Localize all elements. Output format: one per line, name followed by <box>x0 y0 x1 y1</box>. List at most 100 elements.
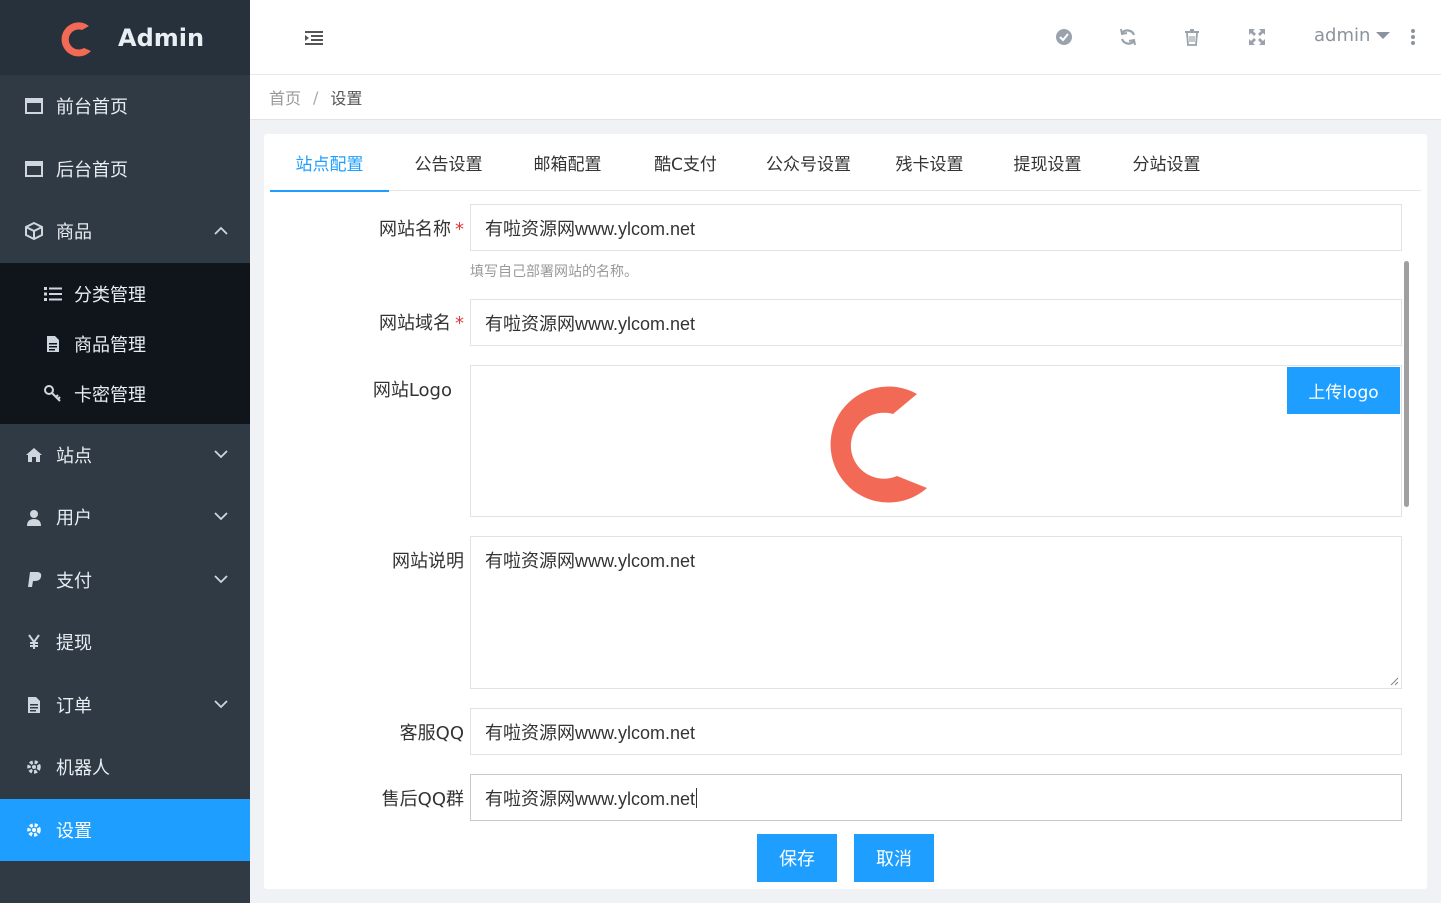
breadcrumb-separator: / <box>313 87 319 107</box>
service-qq-label: 客服QQ <box>399 723 464 744</box>
aftersale-group-value: 有啦资源网www.ylcom.net <box>485 788 696 809</box>
sidebar-subitem-categories[interactable]: 分类管理 <box>0 269 250 319</box>
user-name: admin <box>1314 25 1371 46</box>
sidebar-item-label: 支付 <box>56 570 92 592</box>
trash-icon[interactable] <box>1180 25 1204 49</box>
chevron-down-icon <box>214 573 228 587</box>
domain-value: 有啦资源网www.ylcom.net <box>485 313 696 334</box>
sidebar-subitem-cards[interactable]: 卡密管理 <box>0 369 250 419</box>
form-scrollbar[interactable] <box>1404 261 1409 507</box>
sidebar-item-sites[interactable]: 站点 <box>0 424 250 487</box>
sidebar-item-label: 站点 <box>56 445 92 467</box>
sidebar-item-payment[interactable]: 支付 <box>0 549 250 612</box>
home-icon <box>24 445 44 465</box>
sidebar-item-users[interactable]: 用户 <box>0 486 250 549</box>
site-name-value: 有啦资源网www.ylcom.net <box>485 218 696 239</box>
tab-damaged-card[interactable]: 残卡设置 <box>873 134 986 191</box>
check-circle-icon[interactable] <box>1052 25 1076 49</box>
sidebar: Admin 前台首页 后台首页 商品 分类管理 商品管理 卡密管理 站点 用户 … <box>0 0 250 903</box>
site-name-label: 网站名称 * <box>264 215 464 241</box>
site-name-input[interactable]: 有啦资源网www.ylcom.net <box>470 204 1402 251</box>
sidebar-subitem-label: 分类管理 <box>74 284 146 306</box>
aftersale-group-label: 售后QQ群 <box>381 789 464 810</box>
tab-withdraw-settings[interactable]: 提现设置 <box>986 134 1109 191</box>
key-icon <box>44 384 62 403</box>
required-mark: * <box>455 219 464 240</box>
sidebar-item-label: 商品 <box>56 222 92 244</box>
sidebar-menu: 前台首页 后台首页 商品 <box>0 75 250 263</box>
gear-icon <box>24 820 44 840</box>
cancel-button[interactable]: 取消 <box>854 834 934 882</box>
site-name-hint: 填写自己部署网站的名称。 <box>470 264 638 280</box>
site-logo-image <box>830 386 927 503</box>
chevron-down-icon <box>214 510 228 524</box>
service-qq-value: 有啦资源网www.ylcom.net <box>485 722 696 743</box>
domain-input[interactable]: 有啦资源网www.ylcom.net <box>470 299 1402 346</box>
window-icon <box>24 159 44 179</box>
logo-upload-area: 上传logo <box>470 365 1402 517</box>
sidebar-item-backend-home[interactable]: 后台首页 <box>0 138 250 201</box>
breadcrumb-current: 设置 <box>330 89 363 108</box>
sidebar-item-label: 后台首页 <box>56 159 128 181</box>
resize-handle-icon[interactable] <box>1389 676 1399 686</box>
logo-mark-icon <box>61 21 91 56</box>
sidebar-subitem-label: 商品管理 <box>74 334 146 356</box>
save-button[interactable]: 保存 <box>757 834 837 882</box>
sidebar-item-label: 订单 <box>56 695 92 717</box>
sidebar-item-frontend-home[interactable]: 前台首页 <box>0 75 250 138</box>
tab-official-account[interactable]: 公众号设置 <box>744 134 873 191</box>
tab-site-config[interactable]: 站点配置 <box>270 134 389 192</box>
brand-logo[interactable]: Admin <box>0 0 250 75</box>
chevron-down-icon <box>214 448 228 462</box>
tab-email-config[interactable]: 邮箱配置 <box>508 134 627 191</box>
user-menu[interactable]: admin <box>1314 25 1391 46</box>
tab-kuc-payment[interactable]: 酷C支付 <box>627 134 744 191</box>
domain-label-text: 网站域名 <box>379 313 451 334</box>
required-mark: * <box>455 313 464 334</box>
chevron-down-icon <box>214 698 228 712</box>
refresh-icon[interactable] <box>1116 25 1140 49</box>
sidebar-item-label: 机器人 <box>56 758 110 780</box>
site-name-label-text: 网站名称 <box>379 219 451 240</box>
file-icon <box>24 695 44 715</box>
menu-toggle-icon[interactable] <box>302 26 326 50</box>
tab-notice-settings[interactable]: 公告设置 <box>389 134 508 191</box>
gear-icon <box>24 757 44 777</box>
chevron-up-icon <box>214 224 228 238</box>
logo-label: 网站Logo <box>372 380 452 401</box>
caret-down-icon <box>1376 32 1391 39</box>
breadcrumb-home[interactable]: 首页 <box>269 85 301 109</box>
sidebar-item-products[interactable]: 商品 <box>0 200 250 263</box>
yen-icon <box>24 632 44 652</box>
service-qq-input[interactable]: 有啦资源网www.ylcom.net <box>470 708 1402 755</box>
settings-tabs: 站点配置 公告设置 邮箱配置 酷C支付 公众号设置 残卡设置 提现设置 分站设置 <box>270 134 1421 192</box>
cube-icon <box>24 221 44 241</box>
sidebar-item-robot[interactable]: 机器人 <box>0 736 250 799</box>
breadcrumb: 首页 / 设置 <box>250 75 1441 120</box>
sidebar-subitem-products[interactable]: 商品管理 <box>0 319 250 369</box>
settings-card: 站点配置 公告设置 邮箱配置 酷C支付 公众号设置 残卡设置 提现设置 分站设置… <box>264 134 1427 889</box>
description-textarea[interactable]: 有啦资源网www.ylcom.net <box>470 536 1402 689</box>
sidebar-menu-rest: 站点 用户 支付 提现 订单 机器人 设置 <box>0 424 250 861</box>
sidebar-item-label: 提现 <box>56 633 92 655</box>
fullscreen-icon[interactable] <box>1245 25 1269 49</box>
sidebar-item-settings[interactable]: 设置 <box>0 798 250 861</box>
brand-name: Admin <box>118 23 205 52</box>
more-vertical-icon[interactable] <box>1408 26 1418 48</box>
description-label: 网站说明 <box>392 551 464 572</box>
domain-label: 网站域名 * <box>264 309 464 335</box>
file-icon <box>44 335 62 353</box>
sidebar-item-label: 用户 <box>56 508 92 530</box>
sidebar-item-label: 前台首页 <box>56 97 128 119</box>
upload-logo-button[interactable]: 上传logo <box>1287 367 1400 414</box>
user-icon <box>24 507 44 527</box>
site-config-form: 网站名称 * 有啦资源网www.ylcom.net 填写自己部署网站的名称。 网站… <box>264 191 1427 889</box>
paypal-icon <box>24 570 44 590</box>
sidebar-item-withdraw[interactable]: 提现 <box>0 611 250 674</box>
tab-substation-settings[interactable]: 分站设置 <box>1109 134 1224 191</box>
sidebar-subitem-label: 卡密管理 <box>74 384 146 406</box>
aftersale-group-input[interactable]: 有啦资源网www.ylcom.net <box>470 774 1402 821</box>
text-cursor <box>696 787 698 808</box>
sidebar-item-orders[interactable]: 订单 <box>0 674 250 737</box>
sidebar-submenu-products: 分类管理 商品管理 卡密管理 <box>0 262 250 424</box>
